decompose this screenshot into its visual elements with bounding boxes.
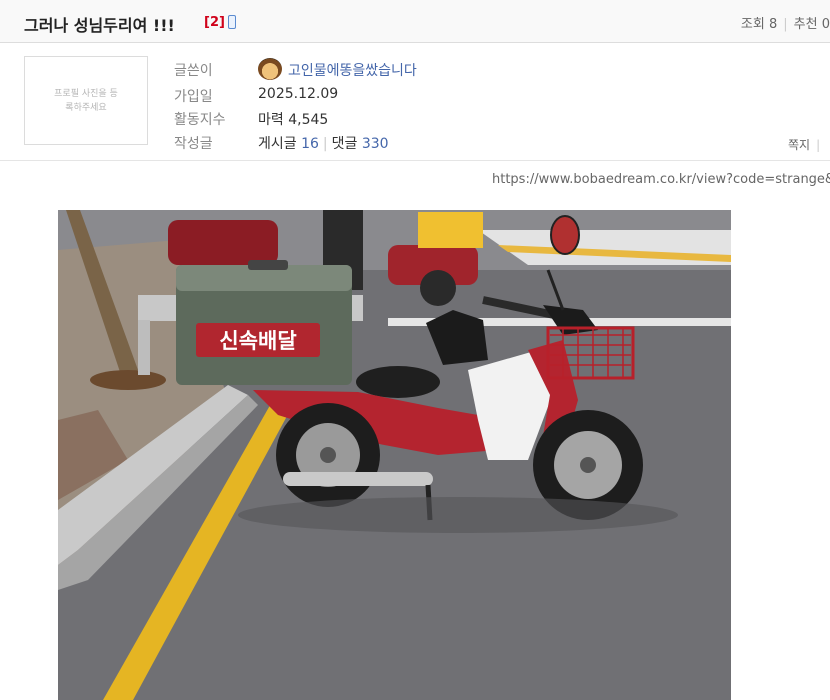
writer-value[interactable]: 고인물에똥을쌌습니다 xyxy=(258,58,417,82)
writer-label: 글쓴이 xyxy=(174,63,213,79)
stats-divider: | xyxy=(783,17,788,32)
post-photo: 신속배달 xyxy=(58,210,731,700)
posts-count[interactable]: 16 xyxy=(301,136,319,152)
post-title: 그러나 성님두리여 !!! xyxy=(24,16,175,35)
join-date: 2025.12.09 xyxy=(258,86,339,102)
source-url-link[interactable]: https://www.bobaedream.co.kr/view?code=s… xyxy=(492,172,830,187)
recommend-count: 0 xyxy=(821,17,830,32)
profile-placeholder-text: 프로필 사진을 등록하주세요 xyxy=(54,88,118,113)
yellow-crate xyxy=(418,212,483,248)
posts-prefix: 게시글 xyxy=(258,136,297,152)
views-count: 8 xyxy=(768,17,778,32)
delivery-box-handle xyxy=(248,260,288,270)
activity-value: 마력 4,545 xyxy=(258,112,329,128)
front-hub xyxy=(580,457,596,473)
mirror xyxy=(550,215,580,255)
message-divider: | xyxy=(816,138,821,152)
exhaust-pipe xyxy=(283,472,433,486)
comments-prefix: 댓글 xyxy=(331,136,358,152)
rear-hub xyxy=(320,447,336,463)
tree-bed xyxy=(90,370,166,390)
header-divider xyxy=(0,160,830,161)
posts-value: 게시글 16 | 댓글 330 xyxy=(258,133,389,153)
posts-label: 작성글 xyxy=(174,136,213,152)
posts-divider: | xyxy=(322,136,328,152)
bg-wheel xyxy=(420,270,456,306)
activity-label: 활동지수 xyxy=(174,112,226,128)
post-stats: 조회 8 | 추천 0 xyxy=(741,13,830,32)
recommend-label: 추천 xyxy=(793,17,818,32)
box-sign-text: 신속배달 xyxy=(219,329,296,353)
shadow xyxy=(238,497,678,533)
bg-scooter-1 xyxy=(168,220,278,265)
message-label[interactable]: 쪽지 xyxy=(788,138,810,152)
message-button[interactable]: 쪽지 | xyxy=(788,136,820,153)
comment-count-badge[interactable]: [2] xyxy=(204,15,225,30)
profile-photo-placeholder: 프로필 사진을 등록하주세요 xyxy=(24,56,148,145)
views-label: 조회 xyxy=(740,17,765,32)
author-name[interactable]: 고인물에똥을쌌습니다 xyxy=(288,63,417,79)
rack-post xyxy=(138,320,150,375)
mobile-icon xyxy=(228,15,236,29)
delivery-motorcycle-photo: 신속배달 xyxy=(58,210,731,700)
post-title-bar: 그러나 성님두리여 !!! [2] 조회 8 | 추천 0 xyxy=(0,0,830,43)
join-label: 가입일 xyxy=(174,89,213,105)
comments-count[interactable]: 330 xyxy=(362,136,389,152)
seat xyxy=(356,366,440,398)
author-avatar[interactable] xyxy=(258,58,282,80)
